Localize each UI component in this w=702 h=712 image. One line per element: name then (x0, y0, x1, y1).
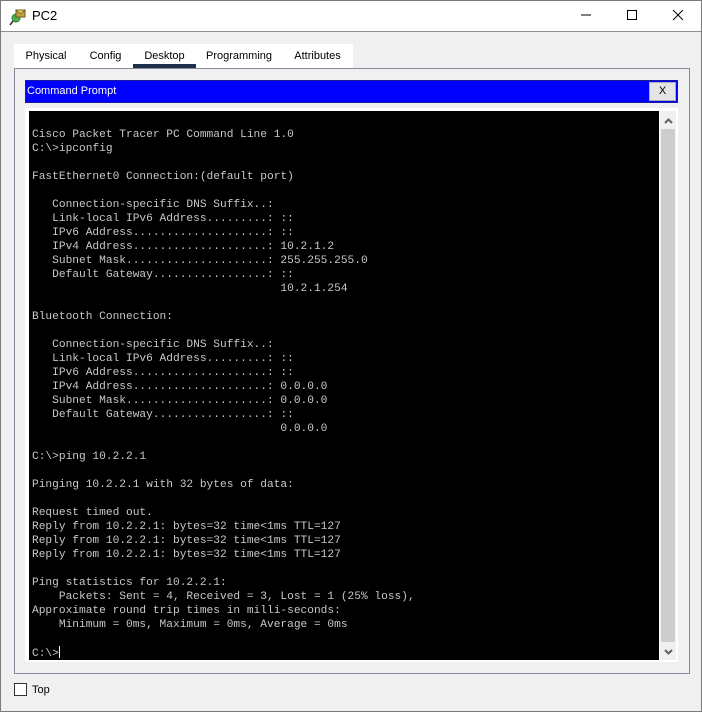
maximize-button[interactable] (609, 1, 655, 31)
terminal-lines: Cisco Packet Tracer PC Command Line 1.0 … (32, 129, 415, 631)
pc2-window: PC2 Physical Config Desktop Programming … (0, 0, 702, 712)
minimize-button[interactable] (563, 1, 609, 31)
command-prompt-close-button[interactable]: X (649, 82, 676, 101)
command-prompt-title: Command Prompt (27, 85, 117, 97)
command-prompt-header: Command Prompt X (25, 80, 678, 103)
scroll-up-button[interactable] (660, 111, 676, 129)
text-cursor (58, 646, 60, 658)
device-tabs: Physical Config Desktop Programming Attr… (14, 44, 353, 68)
scroll-down-button[interactable] (660, 642, 676, 660)
chevron-up-icon (663, 113, 673, 127)
close-window-button[interactable] (655, 1, 701, 31)
tab-config[interactable]: Config (78, 44, 133, 68)
close-icon (672, 9, 684, 24)
maximize-icon (626, 9, 638, 24)
top-checkbox-label: Top (32, 684, 50, 696)
tab-attributes[interactable]: Attributes (282, 44, 353, 68)
command-prompt-input-line[interactable]: C:\> (32, 648, 59, 660)
top-checkbox[interactable] (14, 683, 27, 696)
terminal-scrollbar[interactable] (660, 111, 676, 660)
tab-programming[interactable]: Programming (196, 44, 282, 68)
tab-desktop[interactable]: Desktop (133, 44, 196, 68)
terminal-output[interactable]: Cisco Packet Tracer PC Command Line 1.0 … (29, 111, 659, 660)
minimize-icon (580, 9, 592, 24)
packet-tracer-pc-icon (9, 8, 27, 26)
title-bar: PC2 (1, 1, 701, 32)
tab-physical[interactable]: Physical (14, 44, 78, 68)
window-title: PC2 (32, 8, 58, 23)
scroll-thumb[interactable] (661, 129, 675, 642)
terminal-text: Cisco Packet Tracer PC Command Line 1.0 … (32, 128, 415, 660)
chevron-down-icon (663, 644, 673, 658)
